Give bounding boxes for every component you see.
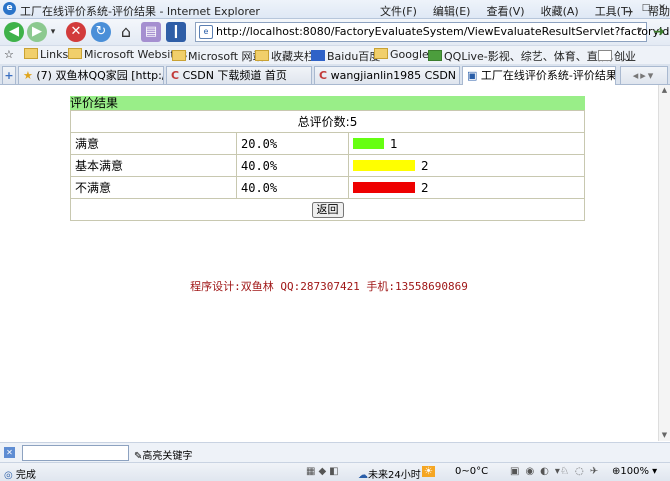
rating-count: 2 <box>421 158 429 173</box>
tab-evaluation-result[interactable]: ▣ 工厂在线评价系统-评价结果 <box>462 66 616 85</box>
vertical-scrollbar[interactable]: ▲ ▼ <box>658 85 670 441</box>
status-tray-icons[interactable]: ▦◆◧ <box>306 466 342 477</box>
tab-csdn-download[interactable]: C wangjianlin1985 CSDN 下载... <box>314 66 460 84</box>
footer-credits: 程序设计:双鱼林 QQ:287307421 手机:13558690869 <box>190 280 468 293</box>
ie-logo-icon: e <box>3 2 16 15</box>
favorite-microsoft-cn[interactable]: Microsoft 网站 <box>172 48 264 64</box>
tab-nav-icons[interactable]: ◂▸▾ <box>620 66 668 84</box>
rating-percent: 20.0% <box>236 132 349 155</box>
home-icon[interactable]: ⌂ <box>116 22 136 42</box>
rating-bar <box>353 181 415 193</box>
status-bar: ◎ 完成 ▦◆◧ ☁未来24小时 ☀ 0~0°C ▣◉◐▾ ♘◌✈ ⊕100% … <box>0 462 670 481</box>
find-input[interactable] <box>22 445 129 461</box>
result-heading: 评价结果 <box>70 96 585 110</box>
maximize-icon[interactable]: □ <box>640 3 652 14</box>
favorite-favbar[interactable]: 收藏夹栏 <box>255 48 315 64</box>
refresh-icon[interactable]: ↻ <box>91 22 111 42</box>
csdn-icon: C <box>319 69 328 82</box>
folder-icon <box>24 48 38 59</box>
tab-qq-home[interactable]: ★ (7) 双鱼林QQ家园 [http://28... <box>18 66 164 84</box>
favorite-chuangye[interactable]: 创业 <box>598 48 636 64</box>
favorites-star-icon[interactable]: ☆ <box>4 48 14 61</box>
navigation-toolbar: ◀ ▶ ▾ ✕ ↻ ⌂ ▤ ❙ e http://localhost:8080/… <box>0 19 670 45</box>
address-url: http://localhost:8080/FactoryEvaluateSys… <box>216 25 670 38</box>
folder-icon <box>172 50 186 61</box>
close-icon[interactable]: ✕ <box>656 3 668 14</box>
rating-percent: 40.0% <box>236 154 349 177</box>
tab-bar: + ★ (7) 双鱼林QQ家园 [http://28... C CSDN 下载频… <box>0 64 670 85</box>
rating-label: 满意 <box>70 132 237 155</box>
print-icon[interactable]: ▤ <box>141 22 161 42</box>
button-row: 返回 <box>70 198 585 221</box>
back-button[interactable]: 返回 <box>311 201 344 218</box>
address-dropdown-icon[interactable]: ▾ <box>637 25 642 36</box>
table-row: 基本满意 40.0% 2 <box>70 154 585 177</box>
folder-icon <box>68 48 82 59</box>
rating-count: 1 <box>390 136 398 151</box>
find-bar: ✕ ✎高亮关键字 <box>0 442 670 462</box>
favorite-links[interactable]: Links <box>24 48 68 61</box>
table-row: 不满意 40.0% 2 <box>70 176 585 199</box>
star-icon: ★ <box>23 69 33 82</box>
weather-forecast[interactable]: ☁未来24小时 <box>358 466 421 481</box>
qqlive-icon <box>428 50 442 61</box>
page-icon: e <box>199 25 213 39</box>
paw-icon <box>311 50 325 61</box>
back-arrow-icon[interactable]: ◀ <box>4 22 24 42</box>
rating-bar-cell: 2 <box>348 154 585 177</box>
rating-label: 不满意 <box>70 176 237 199</box>
page-icon <box>598 50 612 61</box>
favorite-google[interactable]: Google <box>374 48 429 61</box>
rating-count: 2 <box>421 180 429 195</box>
result-table: 总评价数:5 满意 20.0% 1 基本满意 40.0% 2 不满意 40.0%… <box>70 110 585 221</box>
status-tool-icons[interactable]: ▣◉◐▾ <box>510 466 566 477</box>
zoom-level[interactable]: ⊕100% ▾ <box>612 466 657 477</box>
globe-icon: ◎ <box>4 470 13 481</box>
menu-edit[interactable]: 编辑(E) <box>433 5 471 18</box>
history-dropdown-icon[interactable]: ▾ <box>48 22 58 42</box>
folder-icon <box>255 50 269 61</box>
csdn-icon: C <box>171 69 180 82</box>
sun-icon: ☀ <box>422 466 435 477</box>
highlight-button[interactable]: ✎高亮关键字 <box>134 447 192 462</box>
rating-bar-cell: 2 <box>348 176 585 199</box>
page-icon: ▣ <box>467 69 478 82</box>
window-title: 工厂在线评价系统-评价结果 - Internet Explorer <box>20 5 260 18</box>
total-count: 总评价数:5 <box>70 110 585 133</box>
address-bar[interactable]: e http://localhost:8080/FactoryEvaluateS… <box>195 22 670 42</box>
favorites-bar: ☆ Links Microsoft Websites Microsoft 网站 … <box>0 45 670 64</box>
rating-bar <box>353 137 384 149</box>
status-text: ◎ 完成 <box>4 470 36 481</box>
scroll-up-icon[interactable]: ▲ <box>660 86 669 95</box>
rating-percent: 40.0% <box>236 176 349 199</box>
tab-csdn-home[interactable]: C CSDN 下载频道 首页 <box>166 66 312 84</box>
menu-file[interactable]: 文件(F) <box>380 5 417 18</box>
table-row: 满意 20.0% 1 <box>70 132 585 155</box>
rating-bar <box>353 159 415 171</box>
favorite-baidu[interactable]: Baidu百度 <box>311 48 380 64</box>
temperature: 0~0°C <box>455 466 489 477</box>
forward-arrow-icon[interactable]: ▶ <box>27 22 47 42</box>
status-tool-icons[interactable]: ♘◌✈ <box>560 466 604 477</box>
close-find-icon[interactable]: ✕ <box>4 447 15 458</box>
title-bar: e 工厂在线评价系统-评价结果 - Internet Explorer 文件(F… <box>0 0 670 19</box>
go-icon[interactable]: ➜ <box>649 22 669 42</box>
tab-list-icon[interactable]: + <box>2 66 16 84</box>
sun-icon: ☁ <box>358 470 368 481</box>
total-row: 总评价数:5 <box>70 110 585 133</box>
favorite-microsoft-websites[interactable]: Microsoft Websites <box>68 48 187 61</box>
scroll-down-icon[interactable]: ▼ <box>660 431 669 440</box>
folder-icon <box>374 48 388 59</box>
chevron-down-icon: ▾ <box>652 466 658 477</box>
rating-bar-cell: 1 <box>348 132 585 155</box>
menu-favorites[interactable]: 收藏(A) <box>541 5 579 18</box>
page-content: 评价结果 总评价数:5 满意 20.0% 1 基本满意 40.0% 2 不满意 … <box>0 85 658 441</box>
rating-label: 基本满意 <box>70 154 237 177</box>
menu-view[interactable]: 查看(V) <box>486 5 524 18</box>
reading-icon[interactable]: ❙ <box>166 22 186 42</box>
minimize-icon[interactable]: ▁ <box>623 3 635 14</box>
stop-icon[interactable]: ✕ <box>66 22 86 42</box>
